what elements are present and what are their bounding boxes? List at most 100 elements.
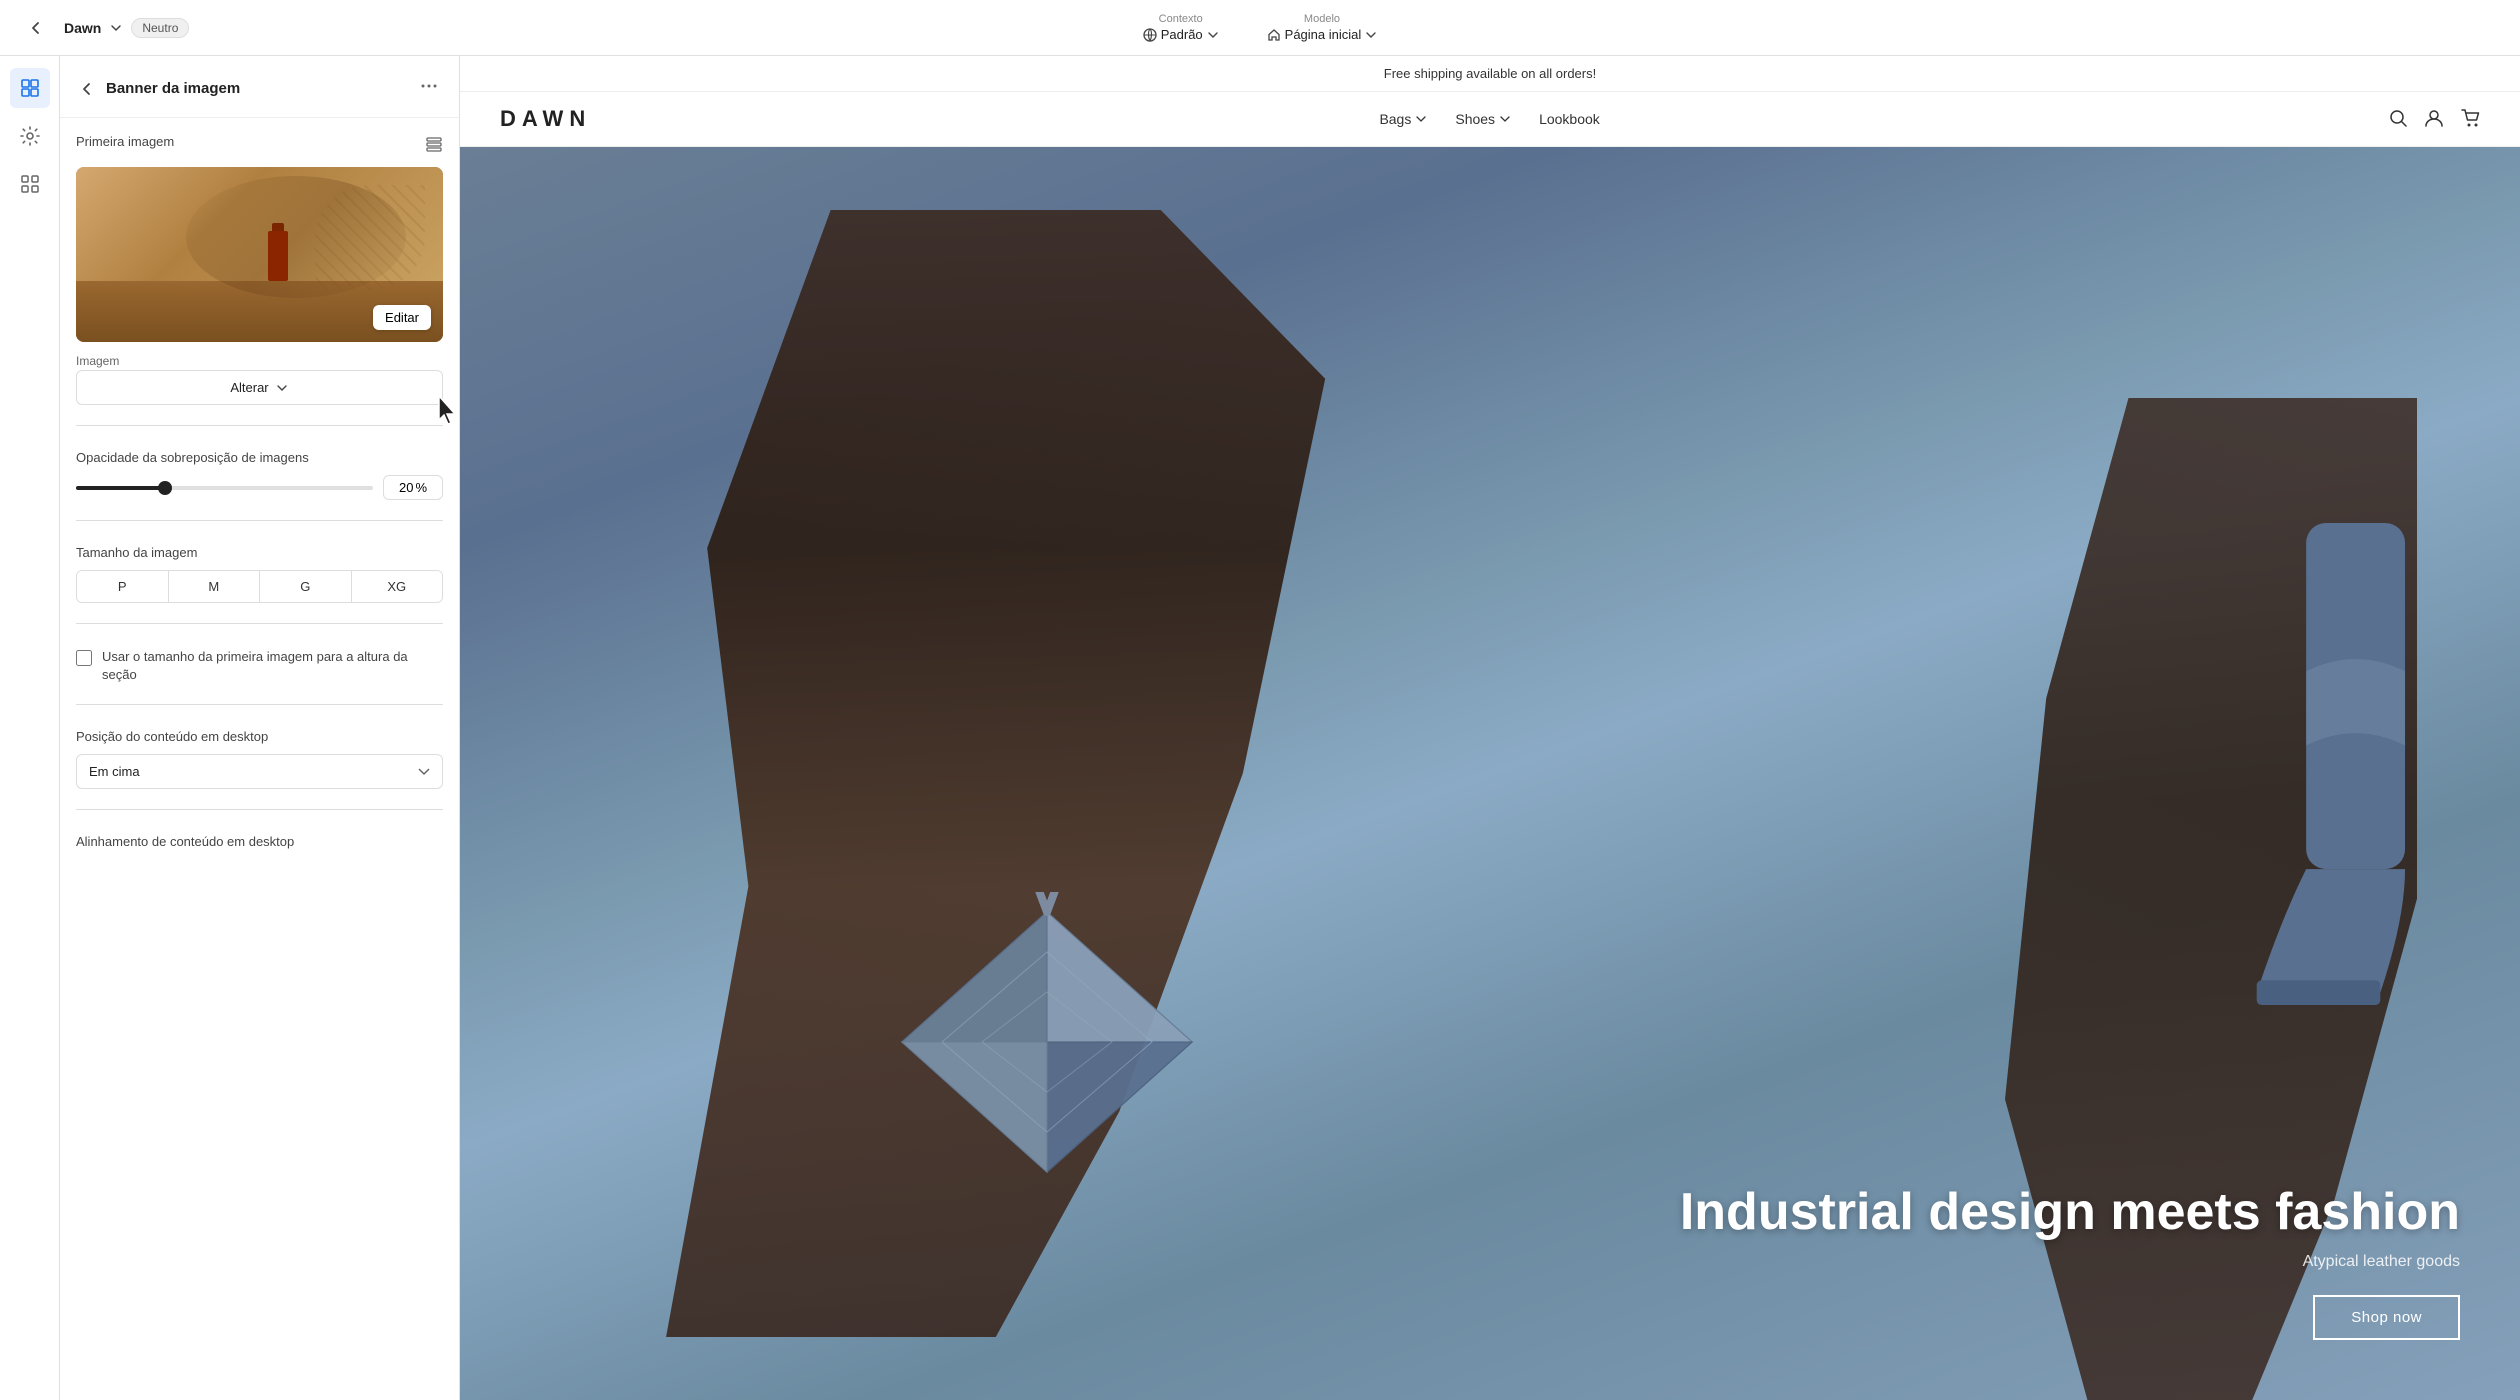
alignment-label: Alinhamento de conteúdo em desktop <box>76 834 443 849</box>
first-image-section: Primeira imagem <box>76 134 443 405</box>
context-chevron-icon <box>1207 29 1219 41</box>
checkbox-label: Usar o tamanho da primeira imagem para a… <box>102 648 443 684</box>
back-navigation-btn[interactable] <box>16 8 56 48</box>
panel-title: Banner da imagem <box>106 80 407 97</box>
announcement-bar: Free shipping available on all orders! <box>460 56 2520 92</box>
bags-chevron-icon <box>1415 113 1427 125</box>
first-image-height-checkbox[interactable] <box>76 650 92 666</box>
panel-header: Banner da imagem <box>60 56 459 118</box>
apps-tab-btn[interactable] <box>10 164 50 204</box>
alignment-section: Alinhamento de conteúdo em desktop <box>76 834 443 859</box>
opacity-slider-track[interactable] <box>76 486 373 490</box>
size-xg-btn[interactable]: XG <box>352 571 443 602</box>
search-icon <box>2388 108 2408 128</box>
image-preview: Editar <box>76 167 443 342</box>
panel-content: Primeira imagem <box>60 118 459 875</box>
divider-5 <box>76 809 443 810</box>
hero-subtitle: Atypical leather goods <box>1680 1253 2460 1271</box>
divider-2 <box>76 520 443 521</box>
side-panel: Banner da imagem Primeira imagem <box>60 56 460 1400</box>
section-title-label: Primeira imagem <box>76 134 174 149</box>
shoe-svg <box>2232 523 2479 1017</box>
opacity-value: 20 <box>399 480 413 495</box>
cart-icon <box>2460 108 2480 128</box>
top-bar-left: Dawn Neutro <box>16 8 216 48</box>
nav-bags-label: Bags <box>1379 111 1411 127</box>
hero-title: Industrial design meets fashion <box>1680 1184 2460 1241</box>
hero-content: Industrial design meets fashion Atypical… <box>1680 1184 2460 1340</box>
home-icon <box>1267 28 1281 42</box>
size-p-btn[interactable]: P <box>77 571 169 602</box>
nav-icons <box>2388 108 2480 131</box>
top-bar: Dawn Neutro Contexto Padrão Modelo Págin… <box>0 0 2520 56</box>
sections-tab-btn[interactable] <box>10 68 50 108</box>
model-group: Modelo Página inicial <box>1267 13 1378 42</box>
layers-icon <box>425 135 443 153</box>
opacity-unit: % <box>415 480 427 495</box>
alterar-btn[interactable]: Alterar <box>76 370 443 405</box>
opacity-input-box: 20 % <box>383 475 443 500</box>
slider-fill <box>76 486 165 490</box>
announcement-text: Free shipping available on all orders! <box>1384 66 1596 81</box>
model-value[interactable]: Página inicial <box>1267 27 1378 42</box>
divider-3 <box>76 623 443 624</box>
nav-lookbook[interactable]: Lookbook <box>1539 111 1600 127</box>
context-value[interactable]: Padrão <box>1143 27 1219 42</box>
model-label: Modelo <box>1304 13 1340 25</box>
search-btn[interactable] <box>2388 108 2408 131</box>
divider-4 <box>76 704 443 705</box>
globe-icon <box>1143 28 1157 42</box>
position-section: Posição do conteúdo em desktop Em cima C… <box>76 729 443 789</box>
model-chevron-icon <box>1365 29 1377 41</box>
size-m-btn[interactable]: M <box>169 571 261 602</box>
shop-now-btn[interactable]: Shop now <box>2313 1295 2460 1340</box>
model-display: Página inicial <box>1285 27 1362 42</box>
store-name-chevron-icon <box>109 21 123 35</box>
opacity-section: Opacidade da sobreposição de imagens 20 … <box>76 450 443 500</box>
settings-tab-btn[interactable] <box>10 116 50 156</box>
left-toolbar <box>0 56 60 1400</box>
back-arrow-icon <box>78 80 96 98</box>
panel-back-btn[interactable] <box>76 78 98 100</box>
account-icon <box>2424 108 2444 128</box>
image-sublabel: Imagem <box>76 354 119 368</box>
opacity-row: 20 % <box>76 475 443 500</box>
slider-thumb[interactable] <box>158 481 172 495</box>
store-preview: Free shipping available on all orders! D… <box>460 56 2520 1400</box>
top-bar-center: Contexto Padrão Modelo Página inicial <box>216 13 2304 42</box>
more-dots-icon <box>419 76 439 96</box>
context-label: Contexto <box>1159 13 1203 25</box>
panel-more-btn[interactable] <box>415 72 443 105</box>
nav-bags[interactable]: Bags <box>1379 111 1427 127</box>
checkbox-row: Usar o tamanho da primeira imagem para a… <box>76 648 443 684</box>
position-label: Posição do conteúdo em desktop <box>76 729 443 744</box>
context-display: Padrão <box>1161 27 1203 42</box>
geometric-bag <box>872 892 1222 1212</box>
size-label: Tamanho da imagem <box>76 545 443 560</box>
main-layout: Banner da imagem Primeira imagem <box>0 56 2520 1400</box>
apps-icon <box>19 173 41 195</box>
alterar-chevron-icon <box>275 381 289 395</box>
context-group: Contexto Padrão <box>1143 13 1219 42</box>
opacity-slider-container <box>76 486 373 490</box>
account-btn[interactable] <box>2424 108 2444 131</box>
neutro-badge: Neutro <box>131 18 189 38</box>
gear-icon <box>19 125 41 147</box>
image-edit-btn[interactable]: Editar <box>373 305 431 330</box>
divider-1 <box>76 425 443 426</box>
store-menu: Bags Shoes Lookbook <box>1379 111 1599 127</box>
alterar-section: Imagem Alterar <box>76 352 443 405</box>
nav-shoes[interactable]: Shoes <box>1455 111 1511 127</box>
position-select[interactable]: Em cima Centro Embaixo <box>76 754 443 789</box>
store-name-label: Dawn <box>64 20 101 36</box>
opacity-label: Opacidade da sobreposição de imagens <box>76 450 443 465</box>
shoe-right <box>2232 523 2479 1150</box>
size-section: Tamanho da imagem P M G XG <box>76 545 443 603</box>
preview-area: Free shipping available on all orders! D… <box>460 56 2520 1400</box>
bag-svg <box>872 892 1222 1212</box>
store-nav: DAWN Bags Shoes Lookbook <box>460 92 2520 147</box>
stack-icon-btn[interactable] <box>425 135 443 156</box>
size-g-btn[interactable]: G <box>260 571 352 602</box>
cart-btn[interactable] <box>2460 108 2480 131</box>
nav-lookbook-label: Lookbook <box>1539 111 1600 127</box>
